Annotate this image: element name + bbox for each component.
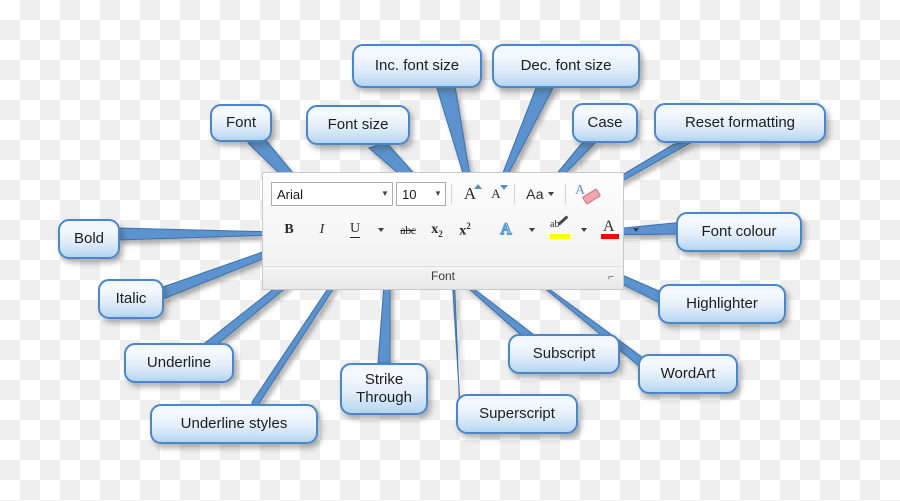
callout-label: Strike Through: [356, 371, 412, 406]
text-highlight-dropdown[interactable]: [570, 217, 594, 243]
text-effects-button[interactable]: A: [494, 217, 518, 243]
callout-label: Subscript: [532, 344, 596, 362]
callout-label: Dec. font size: [520, 56, 612, 74]
chevron-down-icon[interactable]: ▼: [378, 190, 392, 198]
divider: [451, 184, 452, 204]
chevron-down-icon[interactable]: [378, 228, 384, 232]
highlighter-bar: [550, 234, 570, 239]
font-color-bar: [601, 234, 619, 239]
chevron-down-icon[interactable]: [547, 192, 554, 196]
callout-label: WordArt: [660, 364, 716, 382]
font-size-value: 10: [402, 186, 417, 202]
font-group-panel: Arial ▼ 10 ▼ A A Aa A B I U abc x2 x2 A …: [262, 172, 639, 290]
callout-font-colour[interactable]: Font colour: [676, 212, 802, 252]
callout-label: Font size: [327, 115, 389, 133]
connector-bold: [117, 227, 278, 241]
wordart-icon: A: [500, 221, 513, 239]
callout-underline[interactable]: Underline: [124, 343, 234, 383]
font-color-icon: A: [601, 218, 619, 241]
callout-label: Font colour: [701, 222, 777, 240]
chevron-down-icon[interactable]: [633, 228, 639, 232]
font-group-footer: Font ⌐: [263, 266, 623, 289]
callout-bold[interactable]: Bold: [58, 219, 120, 259]
connector-inc-font-size: [436, 85, 472, 184]
caret-up-icon: [474, 184, 482, 189]
change-case-icon: Aa: [526, 186, 544, 202]
font-name-value: Arial: [277, 186, 304, 202]
callout-label: Inc. font size: [374, 56, 460, 74]
highlighter-icon: ab: [549, 215, 570, 241]
callout-label: Underline: [146, 353, 212, 371]
superscript-button[interactable]: x2: [453, 217, 477, 243]
strikethrough-icon: abc: [400, 222, 416, 237]
divider: [565, 184, 566, 204]
callout-underline-styles[interactable]: Underline styles: [150, 404, 318, 444]
callout-superscript[interactable]: Superscript: [456, 394, 578, 434]
callout-label: Superscript: [479, 404, 555, 422]
strikethrough-button[interactable]: abc: [396, 217, 420, 243]
callout-label: Highlighter: [686, 294, 758, 312]
superscript-icon: x2: [459, 220, 471, 239]
chevron-down-icon[interactable]: ▼: [431, 190, 445, 198]
grow-font-button[interactable]: A: [457, 181, 483, 207]
bold-button[interactable]: B: [277, 217, 301, 243]
callout-inc-font-size[interactable]: Inc. font size: [352, 44, 482, 88]
connector-dec-font-size: [498, 85, 555, 184]
callout-label: Case: [587, 113, 623, 131]
highlighter-pen: [557, 215, 569, 226]
clear-formatting-button[interactable]: A: [571, 181, 602, 207]
caret-down-icon: [500, 185, 508, 190]
subscript-button[interactable]: x2: [425, 217, 449, 243]
underline-button[interactable]: U: [343, 217, 367, 243]
shrink-font-button[interactable]: A: [483, 181, 509, 207]
callout-font[interactable]: Font: [210, 104, 272, 142]
callout-label: Font: [225, 113, 256, 131]
callout-case[interactable]: Case: [572, 103, 638, 143]
callout-label: Underline styles: [180, 414, 288, 432]
underline-icon: U: [349, 221, 361, 238]
callout-dec-font-size[interactable]: Dec. font size: [492, 44, 640, 88]
font-group-label: Font: [430, 269, 455, 283]
italic-icon: I: [319, 222, 325, 237]
change-case-button[interactable]: Aa: [520, 181, 560, 207]
chevron-down-icon[interactable]: [581, 228, 587, 232]
text-effects-dropdown[interactable]: [518, 217, 542, 243]
callout-highlighter[interactable]: Highlighter: [658, 284, 786, 324]
bold-icon: B: [284, 222, 294, 237]
callout-strike-through[interactable]: Strike Through: [340, 363, 428, 415]
font-group-row-1: Arial ▼ 10 ▼ A A Aa A: [271, 179, 617, 209]
divider: [514, 184, 515, 204]
text-highlight-button[interactable]: ab: [546, 215, 570, 243]
italic-button[interactable]: I: [310, 217, 334, 243]
chevron-down-icon[interactable]: [529, 228, 535, 232]
callout-subscript[interactable]: Subscript: [508, 334, 620, 374]
callout-italic[interactable]: Italic: [98, 279, 164, 319]
eraser-icon: A: [574, 183, 602, 205]
underline-styles-dropdown[interactable]: [367, 217, 391, 243]
font-color-button[interactable]: A: [598, 217, 622, 243]
font-size-combobox[interactable]: 10 ▼: [396, 182, 446, 206]
subscript-icon: x2: [431, 221, 443, 239]
callout-reset-formatting[interactable]: Reset formatting: [654, 103, 826, 143]
callout-label: Italic: [115, 289, 147, 307]
callout-wordart[interactable]: WordArt: [638, 354, 738, 394]
font-group-row-2: B I U abc x2 x2 A ab A: [271, 215, 639, 245]
dialog-launcher-icon[interactable]: ⌐: [608, 272, 619, 283]
callout-font-size[interactable]: Font size: [306, 105, 410, 145]
font-color-dropdown[interactable]: [622, 217, 646, 243]
callout-label: Reset formatting: [684, 113, 796, 131]
font-name-combobox[interactable]: Arial ▼: [271, 182, 393, 206]
diagram-canvas: Arial ▼ 10 ▼ A A Aa A B I U abc x2 x2 A …: [0, 0, 900, 501]
callout-label: Bold: [73, 229, 105, 247]
